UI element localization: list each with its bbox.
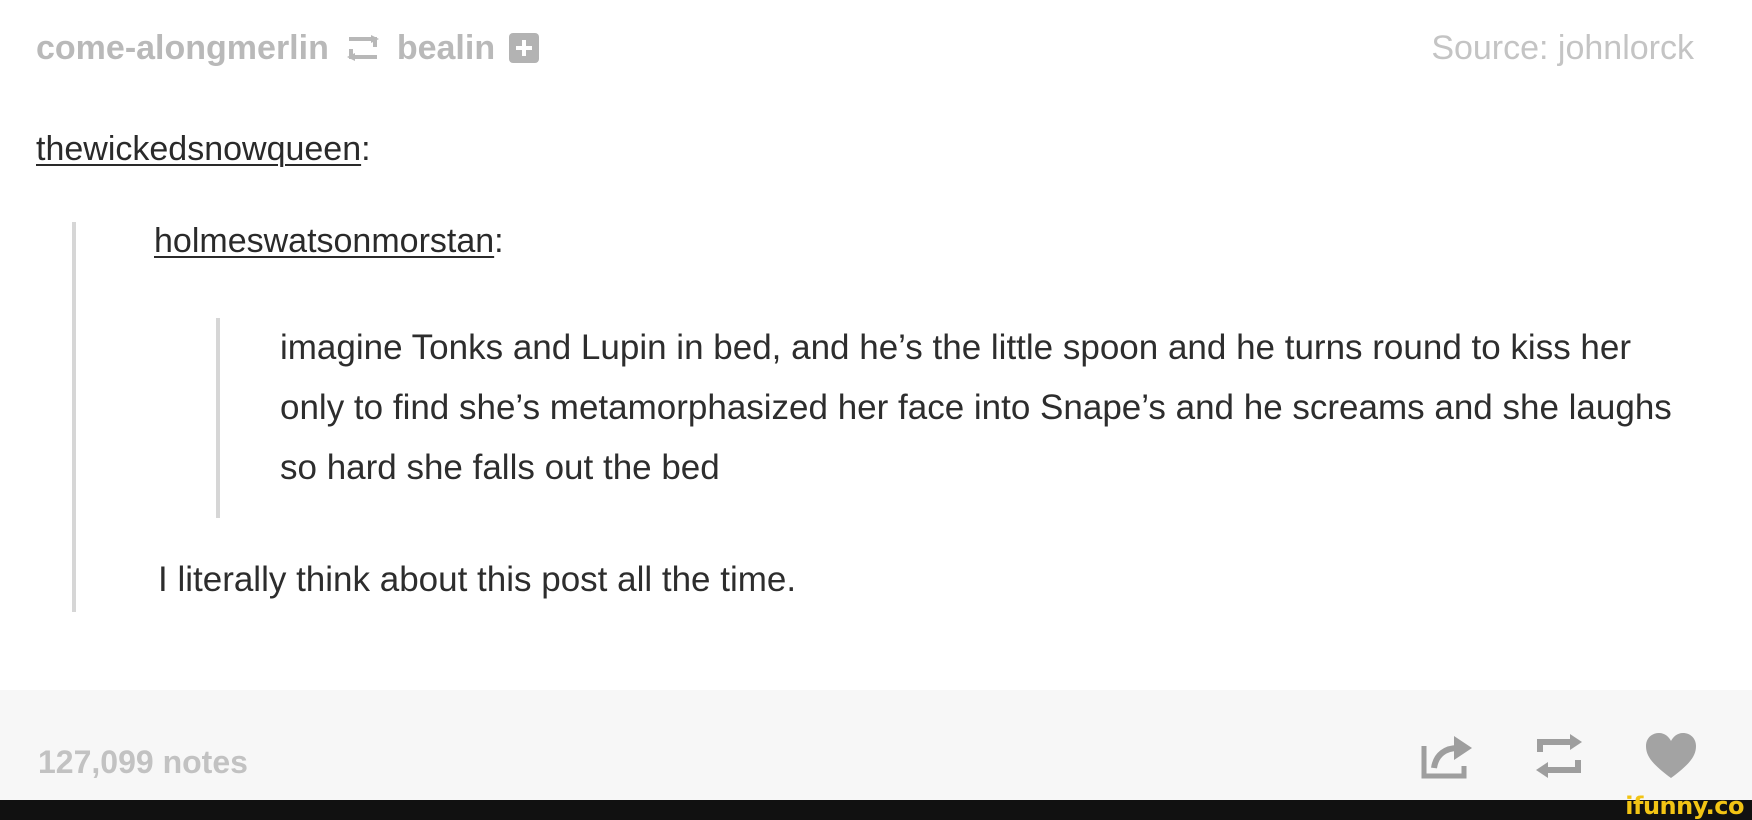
reblog-icon: [346, 35, 379, 61]
inner-user-line: holmeswatsonmorstan:: [154, 222, 504, 261]
post-header: come-alongmerlin bealin Source: johnlorc…: [36, 24, 1716, 72]
outer-username-link[interactable]: thewickedsnowqueen: [36, 130, 361, 168]
reblogged-from-link[interactable]: come-alongmerlin: [36, 29, 329, 68]
post-footer: 127,099 notes: [0, 690, 1752, 800]
inner-username-colon: :: [494, 222, 504, 260]
reblog-trail: come-alongmerlin bealin: [36, 29, 540, 68]
heart-icon[interactable]: [1644, 732, 1698, 780]
outer-username-colon: :: [361, 130, 371, 168]
post-actions: [1420, 732, 1698, 780]
tumblr-post: come-alongmerlin bealin Source: johnlorc…: [0, 0, 1752, 820]
reblog-comment: I literally think about this post all th…: [158, 560, 797, 599]
inner-blockquote: imagine Tonks and Lupin in bed, and he’s…: [216, 318, 1672, 518]
watermark-logo: ifunny.co: [1625, 792, 1744, 820]
post-body: thewickedsnowqueen: holmeswatsonmorstan:…: [36, 130, 1676, 612]
reblogger-link[interactable]: bealin: [397, 29, 495, 68]
follow-plus-icon[interactable]: [509, 33, 540, 63]
inner-username-link[interactable]: holmeswatsonmorstan: [154, 222, 494, 260]
watermark-bar: ifunny.co: [0, 792, 1752, 820]
reblog-button-icon[interactable]: [1532, 732, 1586, 780]
quote-text: imagine Tonks and Lupin in bed, and he’s…: [280, 328, 1672, 487]
outer-user-line: thewickedsnowqueen:: [36, 130, 1676, 169]
share-icon[interactable]: [1420, 732, 1474, 780]
source-link[interactable]: Source: johnlorck: [1431, 29, 1694, 68]
notes-count[interactable]: 127,099 notes: [38, 744, 248, 781]
